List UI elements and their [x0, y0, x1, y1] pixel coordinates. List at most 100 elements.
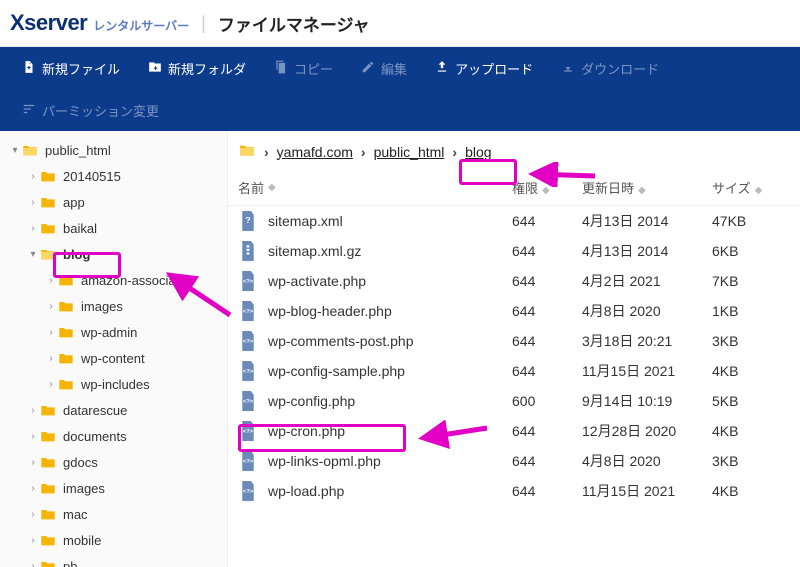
- chevron-right-icon[interactable]: ›: [26, 535, 40, 546]
- app-header: Xserver レンタルサーバー | ファイルマネージャ: [0, 0, 800, 47]
- tree-item-blog[interactable]: ▾blog: [0, 241, 227, 267]
- new-file-button[interactable]: 新規ファイル: [12, 53, 130, 84]
- home-folder-icon[interactable]: [238, 143, 256, 160]
- chevron-right-icon[interactable]: ›: [44, 353, 58, 364]
- breadcrumb-link[interactable]: blog: [465, 144, 491, 160]
- file-permission: 644: [512, 423, 582, 439]
- tree-item-gdocs[interactable]: › gdocs: [0, 449, 227, 475]
- chevron-down-icon[interactable]: ▾: [8, 145, 22, 156]
- column-name[interactable]: 名前◆: [238, 178, 512, 197]
- svg-text:?: ?: [245, 215, 250, 225]
- tree-item-datarescue[interactable]: ›datarescue: [0, 397, 227, 423]
- chevron-right-icon[interactable]: ›: [26, 197, 40, 208]
- file-date: 11月15日 2021: [582, 481, 712, 501]
- file-php-icon: <?>: [238, 361, 258, 381]
- file-name: wp-blog-header.php: [268, 303, 512, 319]
- folder-icon: [40, 533, 58, 547]
- arrow-annotation: [160, 270, 240, 320]
- edit-label: 編集: [381, 59, 407, 78]
- logo-subtext: レンタルサーバー: [93, 17, 189, 34]
- chevron-right-icon[interactable]: ›: [26, 483, 40, 494]
- upload-icon: [435, 60, 449, 77]
- download-icon: [561, 60, 575, 77]
- breadcrumb: › yamafd.com › public_html › blog: [228, 131, 800, 172]
- file-name: wp-config.php: [268, 393, 512, 409]
- tree-item-pb[interactable]: ›pb: [0, 553, 227, 567]
- tree-item-documents[interactable]: ›documents: [0, 423, 227, 449]
- chevron-right-icon[interactable]: ›: [26, 431, 40, 442]
- tree-item-label: wp-admin: [81, 325, 137, 340]
- table-row[interactable]: ?sitemap.xml6444月13日 201447KB: [228, 206, 800, 236]
- file-name: wp-load.php: [268, 483, 512, 499]
- table-row[interactable]: <?>wp-load.php64411月15日 20214KB: [228, 476, 800, 506]
- file-permission: 644: [512, 213, 582, 229]
- tree-item-app[interactable]: ›app: [0, 189, 227, 215]
- chevron-down-icon[interactable]: ▾: [26, 249, 40, 260]
- table-row[interactable]: <?>wp-comments-post.php6443月18日 20:213KB: [228, 326, 800, 356]
- tree-item-wp-includes[interactable]: ›wp-includes: [0, 371, 227, 397]
- sliders-icon: [22, 102, 36, 119]
- upload-button[interactable]: アップロード: [425, 53, 543, 84]
- permission-button: パーミッション変更: [12, 95, 169, 126]
- folder-icon: [58, 273, 76, 287]
- folder-icon: [40, 169, 58, 183]
- tree-item-label: wp-content: [81, 351, 145, 366]
- chevron-right-icon[interactable]: ›: [26, 405, 40, 416]
- chevron-right-icon: ›: [264, 144, 269, 160]
- column-size[interactable]: サイズ◆: [712, 178, 790, 197]
- chevron-right-icon[interactable]: ›: [44, 275, 58, 286]
- tree-item-wp-admin[interactable]: › wp-admin: [0, 319, 227, 345]
- tree-item-baikal[interactable]: ›baikal: [0, 215, 227, 241]
- breadcrumb-link[interactable]: public_html: [374, 144, 445, 160]
- new-folder-button[interactable]: 新規フォルダ: [138, 53, 256, 84]
- folder-icon: [58, 377, 76, 391]
- chevron-right-icon[interactable]: ›: [26, 171, 40, 182]
- file-date: 9月14日 10:19: [582, 391, 712, 411]
- table-row[interactable]: <?>wp-blog-header.php6444月8日 20201KB: [228, 296, 800, 326]
- file-name: wp-links-opml.php: [268, 453, 512, 469]
- chevron-right-icon[interactable]: ›: [26, 509, 40, 520]
- page-title: ファイルマネージャ: [218, 11, 370, 36]
- tree-item-mobile[interactable]: ›mobile: [0, 527, 227, 553]
- file-php-icon: <?>: [238, 451, 258, 471]
- file-unknown-icon: ?: [238, 211, 258, 231]
- breadcrumb-link[interactable]: yamafd.com: [277, 144, 353, 160]
- file-permission: 644: [512, 243, 582, 259]
- copy-icon: [274, 60, 288, 77]
- file-size: 4KB: [712, 423, 790, 439]
- table-row[interactable]: sitemap.xml.gz6444月13日 20146KB: [228, 236, 800, 266]
- folder-icon: [40, 403, 58, 417]
- table-row[interactable]: <?>wp-activate.php6444月2日 20217KB: [228, 266, 800, 296]
- chevron-right-icon[interactable]: ›: [26, 457, 40, 468]
- folder-icon: [58, 351, 76, 365]
- tree-item-public-html[interactable]: ▾ public_html: [0, 137, 227, 163]
- tree-item-label: gdocs: [63, 455, 98, 470]
- table-row[interactable]: <?>wp-config-sample.php64411月15日 20214KB: [228, 356, 800, 386]
- tree-item-20140515[interactable]: ›20140515: [0, 163, 227, 189]
- tree-item-images[interactable]: ›images: [0, 475, 227, 501]
- file-size: 3KB: [712, 333, 790, 349]
- file-permission: 644: [512, 483, 582, 499]
- table-row[interactable]: <?>wp-cron.php64412月28日 20204KB: [228, 416, 800, 446]
- file-permission: 644: [512, 303, 582, 319]
- table-row[interactable]: <?>wp-config.php6009月14日 10:195KB: [228, 386, 800, 416]
- table-row[interactable]: <?>wp-links-opml.php6444月8日 20203KB: [228, 446, 800, 476]
- chevron-right-icon[interactable]: ›: [44, 379, 58, 390]
- chevron-right-icon[interactable]: ›: [44, 301, 58, 312]
- folder-tree[interactable]: ▾public_html›20140515›app›baikal▾blog›am…: [0, 131, 228, 567]
- tree-item-label: public_html: [45, 143, 111, 158]
- svg-text:<?>: <?>: [243, 459, 254, 465]
- file-archive-icon: [238, 241, 258, 261]
- chevron-right-icon[interactable]: ›: [44, 327, 58, 338]
- file-date: 4月8日 2020: [582, 301, 712, 321]
- download-button: ダウンロード: [551, 53, 669, 84]
- tree-item-mac[interactable]: ›mac: [0, 501, 227, 527]
- file-date: 11月15日 2021: [582, 361, 712, 381]
- file-name: wp-comments-post.php: [268, 333, 512, 349]
- svg-text:<?>: <?>: [243, 399, 254, 405]
- chevron-right-icon[interactable]: ›: [26, 223, 40, 234]
- tree-item-wp-content[interactable]: › wp-content: [0, 345, 227, 371]
- file-permission: 644: [512, 333, 582, 349]
- toolbar: 新規ファイル 新規フォルダ コピー 編集 アップロード ダウンロード パーミッシ…: [0, 47, 800, 131]
- chevron-right-icon[interactable]: ›: [26, 561, 40, 567]
